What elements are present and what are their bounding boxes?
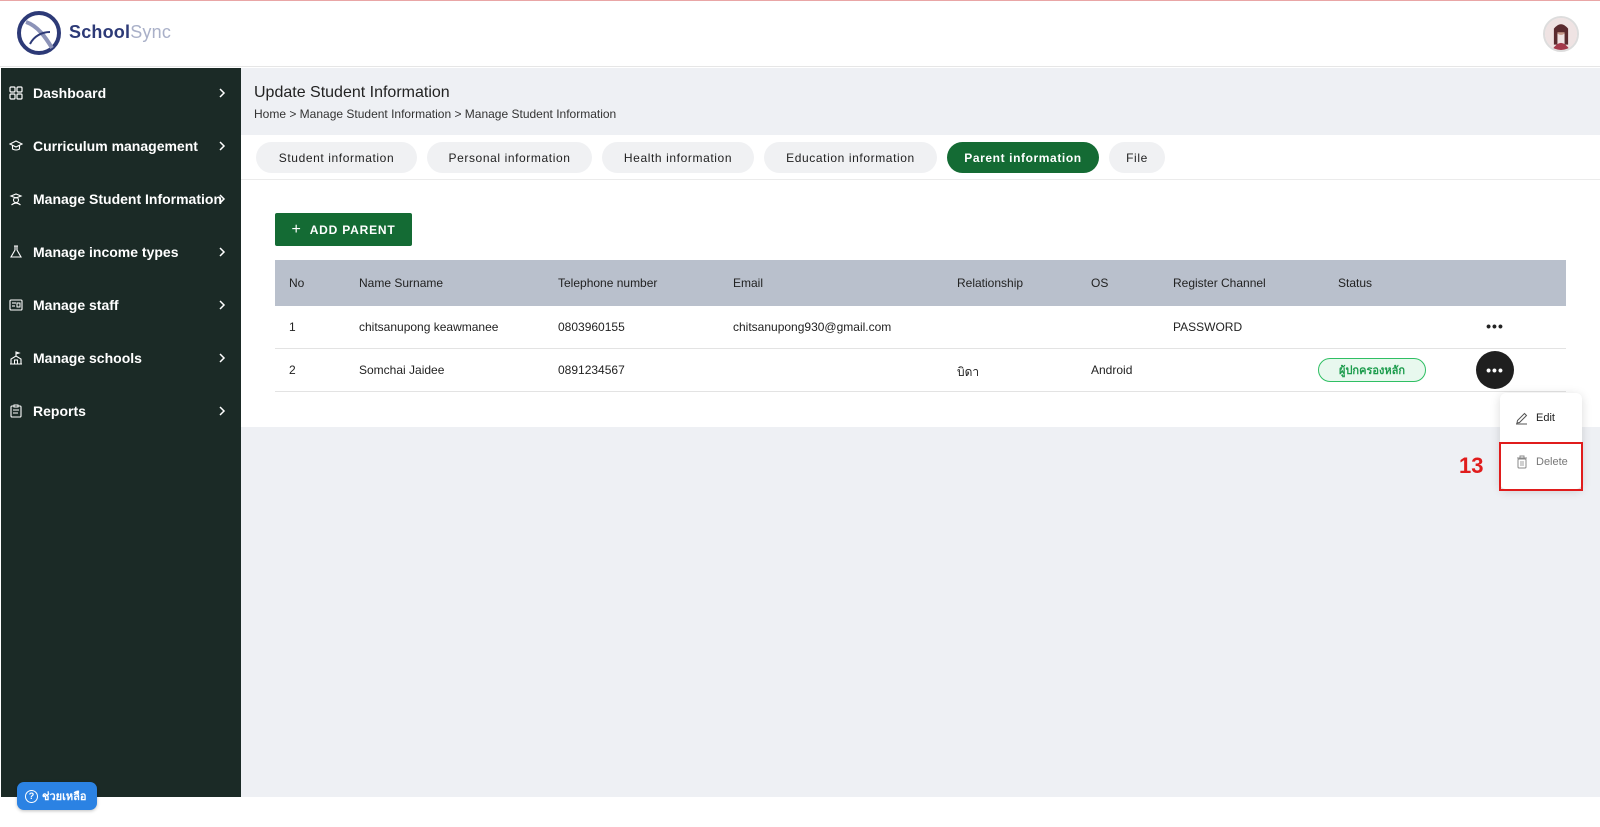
table-row: 1 chitsanupong keawmanee 0803960155 chit… <box>275 306 1566 349</box>
sidebar-item-curriculum[interactable]: Curriculum management <box>1 126 241 166</box>
column-header-email: Email <box>733 276 764 290</box>
school-icon <box>8 350 24 366</box>
table-row: 2 Somchai Jaidee 0891234567 บิดา Android… <box>275 349 1566 392</box>
clipboard-icon <box>8 403 24 419</box>
sidebar-item-label: Manage income types <box>33 244 179 260</box>
delete-highlight-box <box>1499 442 1583 491</box>
chevron-right-icon <box>219 406 226 416</box>
chevron-right-icon <box>219 247 226 257</box>
sidebar-item-manage-student[interactable]: Manage Student Information <box>1 179 241 219</box>
cell-email: chitsanupong930@gmail.com <box>733 320 892 334</box>
sidebar-item-label: Curriculum management <box>33 138 198 154</box>
breadcrumb: Home > Manage Student Information > Mana… <box>254 107 617 121</box>
step-number-label: 13 <box>1459 453 1484 478</box>
cell-os: Android <box>1091 363 1133 377</box>
help-label: ช่วยเหลือ <box>42 791 87 803</box>
sidebar-item-label: Manage Student Information <box>33 191 222 207</box>
table-header: No Name Surname Telephone number Email R… <box>275 260 1566 306</box>
column-header-no: No <box>289 276 305 290</box>
user-photo-icon <box>1545 18 1577 50</box>
schoolsync-logo-icon <box>17 11 61 55</box>
row-actions-button[interactable]: ••• <box>1480 316 1510 336</box>
sidebar-item-income-types[interactable]: Manage income types <box>1 232 241 272</box>
sidebar-item-label: Manage staff <box>33 297 119 313</box>
chevron-right-icon <box>219 353 226 363</box>
add-parent-button[interactable]: + ADD PARENT <box>275 213 412 246</box>
brand-name-part1: School <box>69 22 131 42</box>
column-header-os: OS <box>1091 276 1109 290</box>
tabs-bar: Student information Personal information… <box>241 135 1600 180</box>
tab-parent-information[interactable]: Parent information <box>947 142 1099 173</box>
status-badge: ผู้ปกครองหลัก <box>1318 358 1426 382</box>
cell-telephone: 0803960155 <box>558 320 625 334</box>
sidebar-item-dashboard[interactable]: Dashboard <box>1 73 241 113</box>
column-header-name: Name Surname <box>359 276 444 290</box>
chevron-right-icon <box>219 88 226 98</box>
sidebar-item-manage-schools[interactable]: Manage schools <box>1 338 241 378</box>
tab-education-information[interactable]: Education information <box>764 142 937 173</box>
cell-name: chitsanupong keawmanee <box>359 320 499 334</box>
sidebar-item-label: Dashboard <box>33 85 107 101</box>
cell-telephone: 0891234567 <box>558 363 625 377</box>
question-circle-icon: ? <box>25 789 38 803</box>
row-actions-button-active[interactable]: ••• <box>1476 351 1514 389</box>
student-icon <box>8 191 24 207</box>
tab-personal-information[interactable]: Personal information <box>427 142 592 173</box>
brand-name: SchoolSync <box>69 22 171 43</box>
pencil-icon <box>1516 412 1528 425</box>
chevron-right-icon <box>219 194 226 204</box>
flask-icon <box>8 244 24 260</box>
user-avatar[interactable] <box>1543 16 1579 52</box>
brand-name-part2: Sync <box>130 22 172 42</box>
column-header-status: Status <box>1338 276 1373 290</box>
cell-relationship: บิดา <box>957 365 980 379</box>
column-header-register-channel: Register Channel <box>1173 276 1266 290</box>
column-header-relationship: Relationship <box>957 276 1024 290</box>
add-parent-label: ADD PARENT <box>309 222 396 237</box>
id-card-icon <box>8 297 24 313</box>
page-title: Update Student Information <box>254 84 450 101</box>
help-button[interactable]: ? ช่วยเหลือ <box>17 782 97 810</box>
sidebar: Dashboard Curriculum management Manage S… <box>1 68 241 797</box>
menu-item-edit[interactable]: Edit <box>1500 398 1582 438</box>
menu-item-label: Edit <box>1536 412 1555 424</box>
tab-health-information[interactable]: Health information <box>602 142 754 173</box>
parent-info-card: Student information Personal information… <box>241 135 1600 427</box>
cell-name: Somchai Jaidee <box>359 363 445 377</box>
sidebar-item-label: Reports <box>33 403 86 419</box>
sidebar-item-reports[interactable]: Reports <box>1 391 241 431</box>
cell-no: 2 <box>289 363 296 377</box>
chevron-right-icon <box>219 141 226 151</box>
plus-icon: + <box>291 220 302 238</box>
sidebar-item-label: Manage schools <box>33 350 142 366</box>
app-header: SchoolSync <box>0 1 1600 67</box>
graduation-cap-icon <box>8 138 24 154</box>
sidebar-item-manage-staff[interactable]: Manage staff <box>1 285 241 325</box>
tab-file[interactable]: File <box>1109 142 1165 173</box>
grid-icon <box>8 85 24 101</box>
tab-student-information[interactable]: Student information <box>256 142 417 173</box>
cell-no: 1 <box>289 320 296 334</box>
column-header-telephone: Telephone number <box>558 276 658 290</box>
chevron-right-icon <box>219 300 226 310</box>
cell-register-channel: PASSWORD <box>1173 320 1243 334</box>
